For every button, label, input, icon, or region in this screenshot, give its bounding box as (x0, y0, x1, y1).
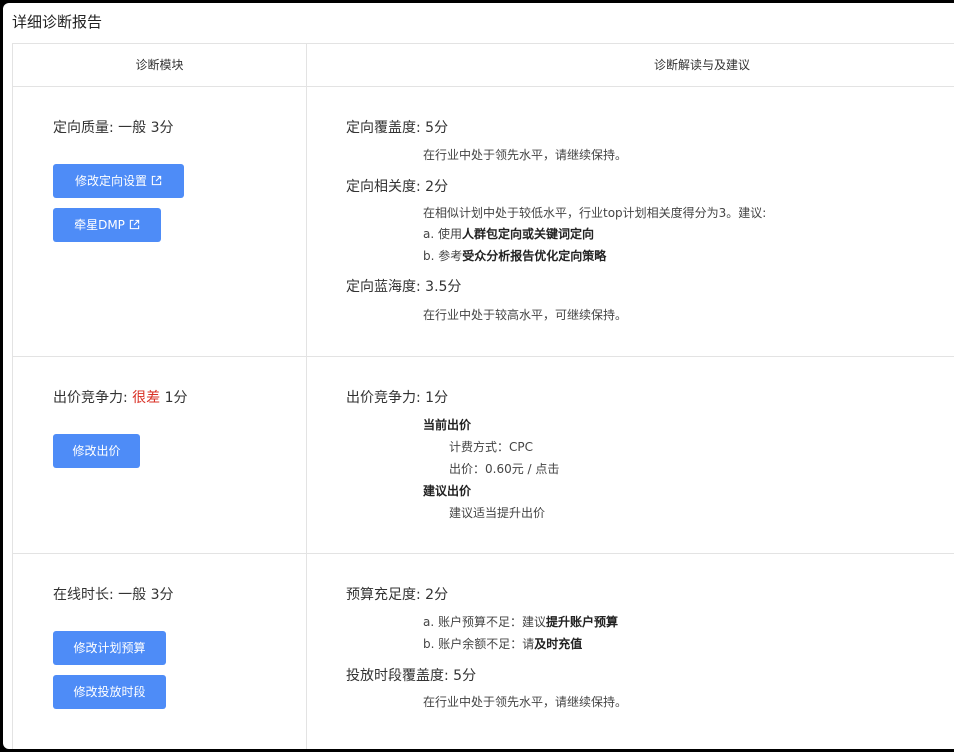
button-label: 修改出价 (72, 444, 121, 458)
module-level: 一般 (118, 587, 147, 603)
targeting-coverage-desc: 在行业中处于领先水平，请继续保持。 (423, 148, 628, 162)
targeting-relevance-title: 定向相关度: 2分 (346, 179, 449, 195)
button-label: 修改定向设置 (74, 174, 147, 188)
module-label: 定向质量: (53, 120, 119, 136)
schedule-coverage-desc: 在行业中处于领先水平，请继续保持。 (423, 695, 628, 709)
column-divider (306, 44, 307, 749)
edit-bid-button[interactable]: 修改出价 (53, 434, 140, 468)
module-label: 出价竞争力: (53, 390, 133, 406)
schedule-coverage-title: 投放时段覆盖度: 5分 (346, 668, 477, 684)
targeting-relevance-desc: 在相似计划中处于较低水平，行业top计划相关度得分为3。建议: (423, 206, 767, 220)
diagnosis-table: 诊断模块 诊断解读与及建议 定向质量: 一般 3分 修改定向设置 牵星DMP 定… (12, 43, 954, 749)
targeting-blue-ocean-desc: 在行业中处于较高水平，可继续保持。 (423, 308, 628, 322)
edit-schedule-button[interactable]: 修改投放时段 (53, 675, 166, 709)
current-bid-label: 当前出价 (423, 418, 472, 432)
suggestion-item: a. 账户预算不足：建议提升账户预算 (423, 615, 618, 629)
module-bid-competitiveness: 出价竞争力: 很差 1分 (53, 387, 188, 407)
qianxing-dmp-button[interactable]: 牵星DMP (53, 208, 161, 242)
bid-competitiveness-title: 出价竞争力: 1分 (346, 390, 449, 406)
edit-targeting-button[interactable]: 修改定向设置 (53, 164, 184, 198)
module-online-duration: 在线时长: 一般 3分 (53, 584, 174, 604)
column-header-module: 诊断模块 (135, 58, 184, 72)
budget-sufficiency-title: 预算充足度: 2分 (346, 587, 449, 603)
button-label: 修改计划预算 (73, 641, 146, 655)
suggestion-item: a. 使用人群包定向或关键词定向 (423, 227, 594, 241)
suggested-bid-desc: 建议适当提升出价 (449, 506, 546, 520)
module-label: 在线时长: (53, 587, 119, 603)
billing-method: 计费方式：CPC (449, 440, 533, 454)
module-score: 3分 (146, 587, 174, 603)
module-score: 1分 (160, 390, 188, 406)
suggested-bid-label: 建议出价 (423, 484, 472, 498)
external-link-icon (129, 219, 140, 230)
suggestion-item: b. 参考受众分析报告优化定向策略 (423, 249, 607, 263)
column-header-advice: 诊断解读与及建议 (653, 58, 750, 72)
external-link-icon (151, 175, 162, 186)
module-score: 3分 (146, 120, 174, 136)
targeting-coverage-title: 定向覆盖度: 5分 (346, 120, 449, 136)
module-targeting-quality: 定向质量: 一般 3分 (53, 117, 174, 137)
row-divider (13, 356, 954, 357)
row-divider (13, 553, 954, 554)
current-bid-price: 出价：0.60元 / 点击 (449, 462, 560, 476)
module-level: 很差 (132, 390, 161, 406)
edit-plan-budget-button[interactable]: 修改计划预算 (53, 631, 166, 665)
targeting-blue-ocean-title: 定向蓝海度: 3.5分 (346, 279, 462, 295)
module-level: 一般 (118, 120, 147, 136)
page-title: 详细诊断报告 (12, 13, 103, 31)
header-divider (13, 86, 954, 87)
button-label: 修改投放时段 (73, 685, 146, 699)
report-panel: 详细诊断报告 诊断模块 诊断解读与及建议 定向质量: 一般 3分 修改定向设置 … (3, 3, 954, 749)
button-label: 牵星DMP (74, 218, 125, 232)
suggestion-item: b. 账户余额不足：请及时充值 (423, 637, 583, 651)
